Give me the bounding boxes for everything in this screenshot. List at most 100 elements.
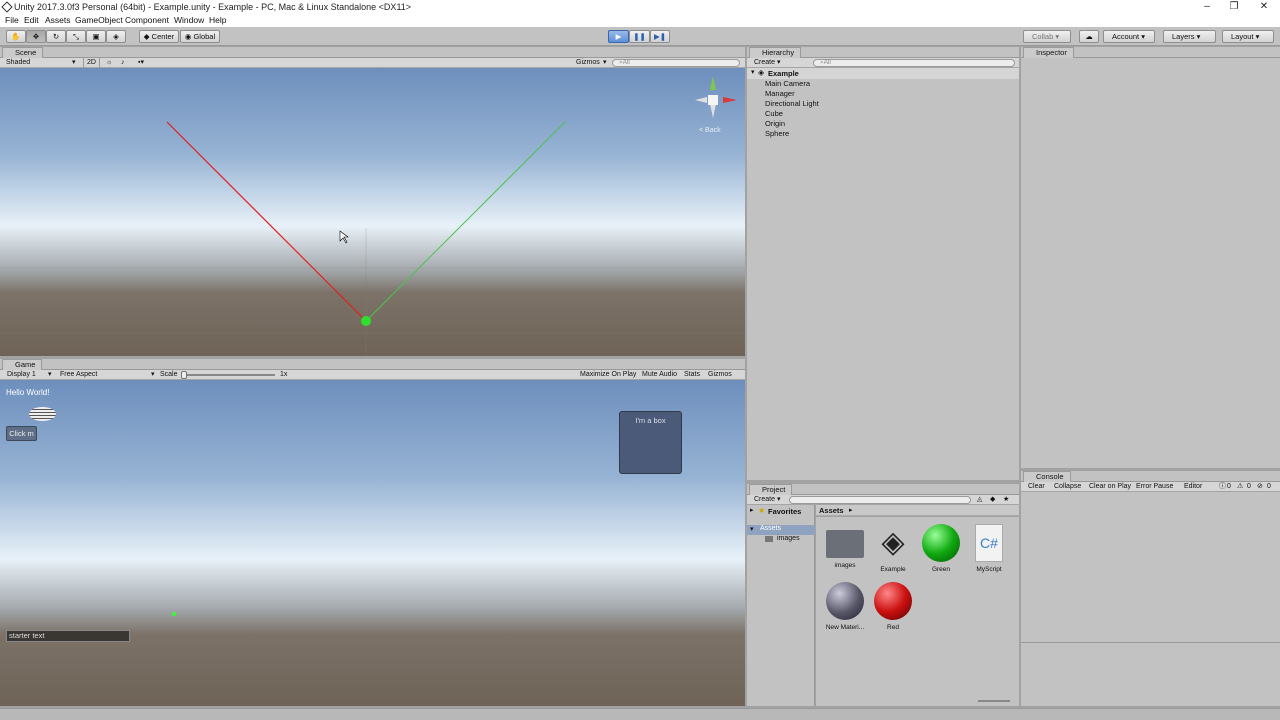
breadcrumb[interactable]: Assets: [819, 506, 844, 515]
scale-slider[interactable]: [183, 374, 275, 376]
menu-assets[interactable]: Assets: [45, 14, 71, 27]
account-dropdown[interactable]: Account ▾: [1103, 30, 1155, 43]
rotate-icon: ↻: [52, 32, 60, 41]
stats-toggle[interactable]: Stats: [684, 370, 700, 380]
menu-bar: File Edit Assets GameObject Component Wi…: [0, 14, 1280, 27]
tab-game[interactable]: Game: [2, 359, 43, 370]
asset-item[interactable]: New Materi...: [823, 582, 867, 631]
display-dropdown[interactable]: Display 1: [7, 370, 36, 380]
move-tool-button[interactable]: ✥: [26, 30, 46, 43]
asset-label: Red: [887, 624, 899, 631]
hierarchy-create-button[interactable]: Create: [754, 58, 775, 68]
asset-item[interactable]: C# MyScript: [967, 524, 1011, 573]
menu-file[interactable]: File: [5, 14, 19, 27]
info-icon[interactable]: ⓘ: [1219, 482, 1226, 492]
hierarchy-item[interactable]: Cube: [765, 109, 783, 118]
asset-label: images: [834, 562, 856, 569]
tag-icon[interactable]: ◆: [990, 495, 995, 505]
hierarchy-item[interactable]: Main Camera: [765, 79, 810, 88]
aspect-dropdown[interactable]: Free Aspect: [60, 370, 97, 380]
scene-search-input[interactable]: ⌕All: [612, 59, 740, 67]
hierarchy-item[interactable]: Origin: [765, 119, 785, 128]
mute-audio-toggle[interactable]: Mute Audio: [642, 370, 677, 380]
pivot-global-button[interactable]: ◉ Global: [180, 30, 220, 43]
layout-dropdown[interactable]: Layout ▾: [1222, 30, 1274, 43]
pause-button[interactable]: ❚❚: [629, 30, 650, 43]
text-input-field[interactable]: starter text: [6, 630, 130, 642]
asset-item[interactable]: images: [823, 524, 867, 569]
tab-scene[interactable]: Scene: [2, 47, 44, 58]
asset-item[interactable]: Green: [919, 524, 963, 573]
star-icon[interactable]: ★: [1003, 495, 1009, 505]
menu-component[interactable]: Component: [125, 14, 169, 27]
step-button[interactable]: ▶❚: [650, 30, 670, 43]
pivot-center-button[interactable]: ◆ Center: [139, 30, 179, 43]
game-gizmos-dropdown[interactable]: Gizmos: [708, 370, 732, 380]
asset-label: New Materi...: [825, 624, 865, 631]
menu-gameobject[interactable]: GameObject: [75, 14, 123, 27]
editor-dropdown[interactable]: Editor: [1184, 482, 1202, 492]
project-search-input[interactable]: [789, 496, 971, 504]
2d-toggle[interactable]: 2D: [83, 58, 100, 68]
console-tab-label: Console: [1036, 472, 1064, 481]
tab-inspector[interactable]: Inspector: [1023, 47, 1074, 58]
asset-item[interactable]: Red: [871, 582, 915, 631]
console-clear-button[interactable]: Clear: [1028, 482, 1045, 492]
audio-icon[interactable]: ♪: [121, 58, 125, 68]
error-pause-toggle[interactable]: Error Pause: [1136, 482, 1173, 492]
transform-tool-button[interactable]: ◈: [106, 30, 126, 43]
minimize-button[interactable]: –: [1192, 0, 1222, 14]
hierarchy-item[interactable]: Sphere: [765, 129, 789, 138]
tab-project[interactable]: Project: [749, 484, 793, 495]
chevron-down-icon: ▾: [750, 526, 754, 533]
scale-tool-button[interactable]: ⤡: [66, 30, 86, 43]
play-button[interactable]: ▶: [608, 30, 629, 43]
chevron-down-icon: ▾: [151, 371, 155, 378]
maximize-on-play-toggle[interactable]: Maximize On Play: [580, 370, 636, 380]
console-collapse-button[interactable]: Collapse: [1054, 482, 1081, 492]
transform-icon: ◈: [113, 32, 119, 41]
tab-console[interactable]: Console: [1023, 471, 1071, 482]
project-create-button[interactable]: Create: [754, 495, 775, 505]
maximize-button[interactable]: ❐: [1219, 0, 1249, 14]
collab-dropdown[interactable]: Collab ▾: [1023, 30, 1071, 43]
gizmos-dropdown[interactable]: Gizmos: [576, 58, 600, 68]
assets-tree-row[interactable]: ▾ Assets: [747, 525, 815, 535]
close-button[interactable]: ✕: [1249, 0, 1279, 14]
ground-grid: [0, 228, 745, 356]
layout-label: Layout: [1231, 32, 1254, 41]
perspective-label[interactable]: < Back: [699, 127, 721, 134]
folder-icon: [826, 530, 864, 558]
rotate-tool-button[interactable]: ↻: [46, 30, 66, 43]
menu-edit[interactable]: Edit: [24, 14, 39, 27]
error-icon[interactable]: ⊘: [1257, 482, 1263, 492]
menu-window[interactable]: Window: [174, 14, 204, 27]
warning-icon[interactable]: ⚠: [1237, 482, 1243, 492]
favorites-label[interactable]: Favorites: [768, 507, 801, 516]
cloud-button[interactable]: ☁: [1079, 30, 1099, 43]
hierarchy-item[interactable]: Manager: [765, 89, 795, 98]
menu-help[interactable]: Help: [209, 14, 226, 27]
hierarchy-search-input[interactable]: ⌕All: [813, 59, 1015, 67]
layers-dropdown[interactable]: Layers ▾: [1163, 30, 1216, 43]
tree-images-label[interactable]: images: [777, 535, 800, 542]
scene-view[interactable]: < Back: [0, 68, 745, 356]
hierarchy-item[interactable]: Directional Light: [765, 99, 819, 108]
game-view[interactable]: Hello World! Click m I'm a box starter t…: [0, 380, 745, 706]
icon-size-slider[interactable]: [978, 700, 1010, 702]
tab-hierarchy[interactable]: Hierarchy: [749, 47, 802, 58]
account-label: Account: [1112, 32, 1140, 41]
scale-slider-thumb[interactable]: [181, 371, 187, 379]
clear-on-play-toggle[interactable]: Clear on Play: [1089, 482, 1131, 492]
filter-icon[interactable]: ◬: [977, 495, 982, 505]
hand-tool-button[interactable]: ✋: [6, 30, 26, 43]
orientation-gizmo[interactable]: [695, 76, 737, 118]
click-me-button[interactable]: Click m: [6, 426, 37, 441]
scene-row[interactable]: ▾ ◈ Example: [747, 68, 1019, 79]
window-title: Unity 2017.3.0f3 Personal (64bit) - Exam…: [14, 2, 412, 12]
image-icon[interactable]: ▪▾: [138, 58, 144, 68]
asset-item[interactable]: ◈ Example: [871, 524, 915, 573]
shading-dropdown[interactable]: Shaded: [6, 58, 30, 68]
light-icon[interactable]: ☼: [106, 58, 112, 68]
rect-tool-button[interactable]: ▣: [86, 30, 106, 43]
